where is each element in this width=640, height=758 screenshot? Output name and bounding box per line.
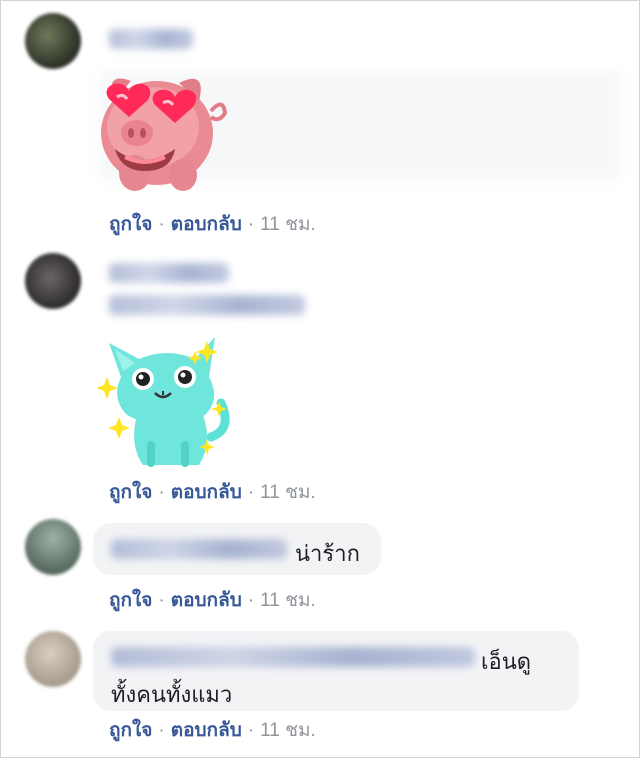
author-subtitle-blurred[interactable] <box>109 295 305 315</box>
separator: · <box>158 214 165 235</box>
reply-link[interactable]: ตอบกลับ <box>171 590 242 611</box>
comment-text: ทั้งคนทั้งแมว <box>111 682 233 707</box>
reply-link[interactable]: ตอบกลับ <box>171 720 242 741</box>
avatar[interactable] <box>25 13 81 69</box>
like-link[interactable]: ถูกใจ <box>109 482 152 503</box>
timestamp-link[interactable]: 11 ชม. <box>260 214 316 235</box>
avatar[interactable] <box>25 631 81 687</box>
comment-actions: ถูกใจ · ตอบกลับ · 11 ชม. <box>109 477 316 507</box>
avatar[interactable] <box>25 519 81 575</box>
reply-link[interactable]: ตอบกลับ <box>171 482 242 503</box>
reply-link[interactable]: ตอบกลับ <box>171 214 242 235</box>
avatar[interactable] <box>25 253 81 309</box>
timestamp-link[interactable]: 11 ชม. <box>260 590 316 611</box>
comment-text: เอ็นดู <box>481 649 532 674</box>
separator: · <box>247 590 255 611</box>
author-name-blurred[interactable] <box>109 263 229 283</box>
comment-actions: ถูกใจ · ตอบกลับ · 11 ชม. <box>109 585 316 615</box>
cat-sparkle-sticker <box>97 337 230 467</box>
separator: · <box>158 720 165 741</box>
timestamp-link[interactable]: 11 ชม. <box>260 720 316 741</box>
comment-thread: ถูกใจ · ตอบกลับ · 11 ชม. ถูกใจ · ตอบกลับ · 11 ชม… <box>0 0 640 758</box>
comment-actions: ถูกใจ · ตอบกลับ · 11 ชม. <box>109 715 316 745</box>
like-link[interactable]: ถูกใจ <box>109 214 152 235</box>
like-link[interactable]: ถูกใจ <box>109 590 152 611</box>
comment-actions: ถูกใจ · ตอบกลับ · 11 ชม. <box>109 209 316 239</box>
author-name-blurred[interactable] <box>109 29 193 49</box>
separator: · <box>247 482 255 503</box>
comment-text: น่าร้าก <box>295 541 360 566</box>
author-name-blurred[interactable] <box>111 539 287 559</box>
timestamp-link[interactable]: 11 ชม. <box>260 482 316 503</box>
separator: · <box>247 720 255 741</box>
separator: · <box>247 214 255 235</box>
pig-heart-eyes-sticker <box>101 78 228 191</box>
author-name-blurred[interactable] <box>111 647 475 667</box>
separator: · <box>158 482 165 503</box>
separator: · <box>158 590 165 611</box>
like-link[interactable]: ถูกใจ <box>109 720 152 741</box>
